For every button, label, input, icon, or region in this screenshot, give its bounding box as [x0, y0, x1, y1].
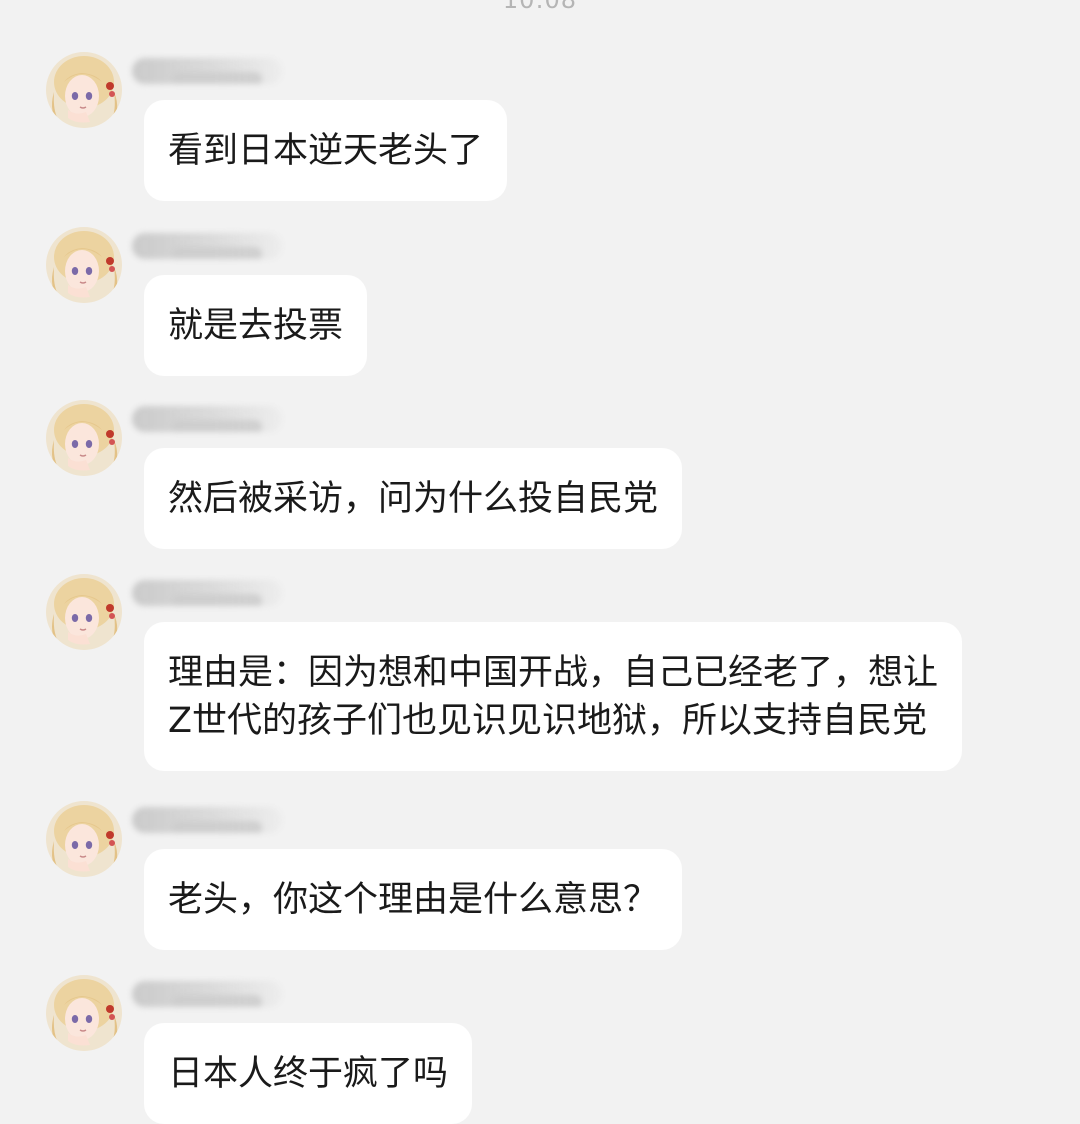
sender-name — [132, 233, 282, 259]
message-bubble[interactable]: 理由是：因为想和中国开战，自己已经老了，想让 Z世代的孩子们也见识见识地狱，所以… — [144, 622, 963, 771]
sender-name — [132, 580, 282, 606]
message-bubble[interactable]: 日本人终于疯了吗 — [144, 1023, 473, 1124]
sender-name — [132, 406, 282, 432]
avatar-icon[interactable] — [46, 801, 122, 877]
message-bubble[interactable]: 然后被采访，问为什么投自民党 — [144, 448, 683, 549]
avatar-icon[interactable] — [46, 975, 122, 1051]
timestamp: 10:08 — [502, 0, 578, 14]
sender-name — [132, 58, 282, 84]
message-bubble[interactable]: 就是去投票 — [144, 275, 368, 376]
sender-name — [132, 807, 282, 833]
avatar-icon[interactable] — [46, 400, 122, 476]
avatar-icon[interactable] — [46, 227, 122, 303]
message-bubble[interactable]: 看到日本逆天老头了 — [144, 100, 508, 201]
avatar-icon[interactable] — [46, 574, 122, 650]
sender-name — [132, 981, 282, 1007]
avatar-icon[interactable] — [46, 52, 122, 128]
message-bubble[interactable]: 老头，你这个理由是什么意思？ — [144, 849, 683, 950]
